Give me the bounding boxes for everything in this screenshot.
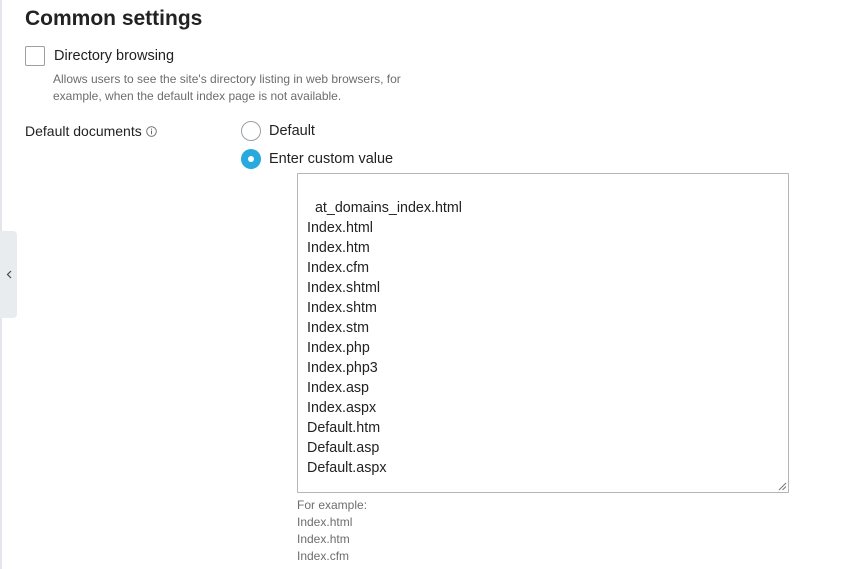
default-radio-label[interactable]: Default	[269, 123, 315, 139]
resize-grip-icon[interactable]	[778, 482, 787, 491]
default-documents-label: Default documents	[25, 123, 157, 139]
default-radio[interactable]	[241, 121, 261, 141]
default-option-row[interactable]: Default	[241, 121, 315, 141]
default-documents-value[interactable]: at_domains_index.html Index.html Index.h…	[307, 200, 462, 476]
directory-browsing-checkbox[interactable]	[25, 46, 45, 66]
custom-value-option-row[interactable]: Enter custom value	[241, 149, 393, 169]
sidebar-collapse-handle[interactable]	[0, 231, 17, 318]
example-item: Index.htm	[297, 532, 350, 546]
custom-value-radio-label[interactable]: Enter custom value	[269, 151, 393, 167]
default-documents-label-text: Default documents	[25, 123, 142, 139]
example-item: Index.cfm	[297, 549, 350, 563]
directory-browsing-label[interactable]: Directory browsing	[54, 48, 174, 64]
custom-value-radio[interactable]	[241, 149, 261, 169]
directory-browsing-hint: Allows users to see the site's directory…	[53, 72, 401, 103]
example-title: For example:	[297, 498, 368, 512]
info-icon[interactable]	[145, 125, 157, 137]
directory-browsing-row[interactable]: Directory browsing	[25, 46, 174, 66]
default-documents-example: For example: Index.html Index.htm Index.…	[297, 497, 367, 565]
section-title: Common settings	[25, 7, 203, 30]
default-documents-textarea[interactable]: at_domains_index.html Index.html Index.h…	[297, 173, 789, 493]
chevron-left-icon	[6, 270, 11, 279]
example-item: Index.html	[297, 515, 353, 529]
